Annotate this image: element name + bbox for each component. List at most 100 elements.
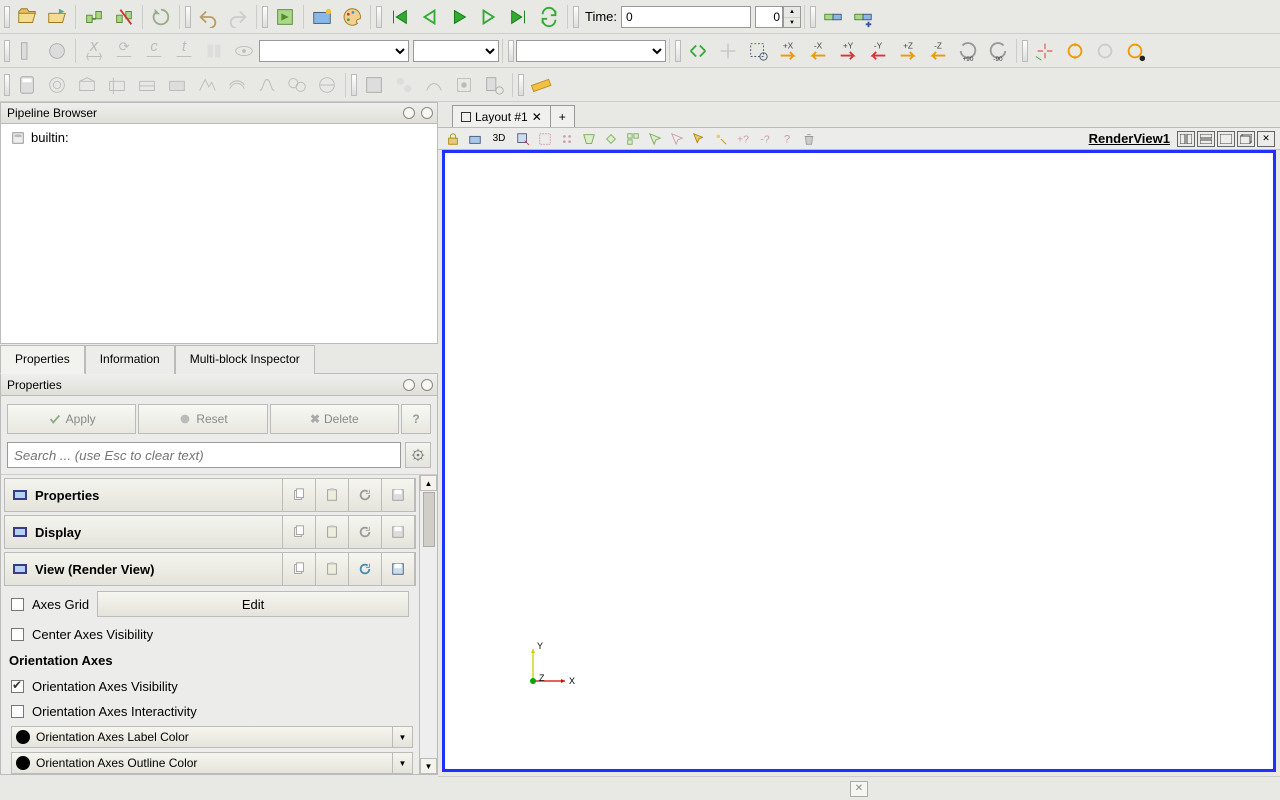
plot-selection-icon[interactable] bbox=[390, 71, 418, 99]
clear-center-icon[interactable] bbox=[1121, 37, 1149, 65]
palette-icon[interactable] bbox=[338, 3, 366, 31]
show-center-icon[interactable] bbox=[1091, 37, 1119, 65]
close-panel-icon[interactable] bbox=[421, 379, 433, 391]
open-icon[interactable] bbox=[13, 3, 41, 31]
toolbar-handle[interactable] bbox=[573, 6, 579, 28]
copy-icon[interactable] bbox=[282, 478, 316, 512]
hover-cells-icon[interactable] bbox=[690, 130, 708, 148]
add-layout-tab[interactable]: + bbox=[551, 105, 575, 127]
pipeline-browser-body[interactable]: builtin: bbox=[0, 124, 438, 344]
select-poly-icon[interactable] bbox=[602, 130, 620, 148]
clear-sel-icon[interactable]: ? bbox=[778, 130, 796, 148]
shrink-sel-icon[interactable]: -? bbox=[756, 130, 774, 148]
toolbar-handle[interactable] bbox=[1022, 40, 1028, 62]
zoom-box-icon[interactable] bbox=[744, 37, 772, 65]
stream-icon[interactable] bbox=[223, 71, 251, 99]
section-display[interactable]: Display bbox=[4, 515, 416, 549]
render-view[interactable]: X Y Z bbox=[442, 150, 1276, 772]
apply-button[interactable]: Apply bbox=[7, 404, 136, 434]
section-properties[interactable]: Properties bbox=[4, 478, 416, 512]
disconnect-icon[interactable] bbox=[110, 3, 138, 31]
toolbar-handle[interactable] bbox=[508, 40, 514, 62]
oa-outline-color-button[interactable]: Orientation Axes Outline Color bbox=[11, 752, 393, 774]
colorbar-icon[interactable] bbox=[13, 37, 41, 65]
select-pt-icon[interactable] bbox=[558, 130, 576, 148]
properties-scrollbar[interactable]: ▲ ▼ bbox=[419, 475, 437, 774]
collapse-icon[interactable] bbox=[13, 527, 27, 537]
open-remote-icon[interactable] bbox=[43, 3, 71, 31]
interactive-select-cells-icon[interactable] bbox=[646, 130, 664, 148]
paste-icon[interactable] bbox=[315, 478, 349, 512]
screenshot-icon[interactable] bbox=[308, 3, 336, 31]
properties-search-input[interactable] bbox=[7, 442, 401, 468]
first-frame-icon[interactable] bbox=[385, 3, 413, 31]
trash-icon[interactable] bbox=[800, 130, 818, 148]
colormap-editor-icon[interactable] bbox=[43, 37, 71, 65]
close-view-icon[interactable]: ✕ bbox=[1257, 131, 1275, 147]
rotate-cw-icon[interactable]: +90 bbox=[954, 37, 982, 65]
calculator-icon[interactable] bbox=[13, 71, 41, 99]
select-block-icon[interactable] bbox=[624, 130, 642, 148]
restore-icon[interactable] bbox=[348, 478, 382, 512]
copy-icon[interactable] bbox=[282, 552, 316, 586]
save-defaults-icon[interactable] bbox=[381, 478, 415, 512]
step-back-icon[interactable] bbox=[415, 3, 443, 31]
minus-z-icon[interactable]: -Z bbox=[924, 37, 952, 65]
slice-icon[interactable] bbox=[103, 71, 131, 99]
undo-icon[interactable] bbox=[194, 3, 222, 31]
save-defaults-icon[interactable] bbox=[381, 552, 415, 586]
toolbar-handle[interactable] bbox=[4, 40, 10, 62]
histogram-sel-icon[interactable] bbox=[420, 71, 448, 99]
color-component-select[interactable] bbox=[413, 40, 499, 62]
toolbar-handle[interactable] bbox=[675, 40, 681, 62]
advanced-toggle-icon[interactable] bbox=[405, 442, 431, 468]
select-points-icon[interactable] bbox=[514, 130, 532, 148]
restore-icon[interactable] bbox=[1237, 131, 1255, 147]
warp-icon[interactable] bbox=[253, 71, 281, 99]
query-icon[interactable] bbox=[450, 71, 478, 99]
paste-icon[interactable] bbox=[315, 515, 349, 549]
interactive-select-points-icon[interactable] bbox=[668, 130, 686, 148]
select-cell-icon[interactable] bbox=[536, 130, 554, 148]
oa-visibility-checkbox[interactable] bbox=[11, 680, 24, 693]
reset-center-icon[interactable] bbox=[1061, 37, 1089, 65]
camera-icon[interactable] bbox=[466, 130, 484, 148]
maximize-icon[interactable] bbox=[1217, 131, 1235, 147]
time-value-input[interactable] bbox=[621, 6, 751, 28]
contour-icon[interactable] bbox=[43, 71, 71, 99]
oa-interactivity-checkbox[interactable] bbox=[11, 705, 24, 718]
zoom-to-data-icon[interactable] bbox=[714, 37, 742, 65]
restore-icon[interactable] bbox=[348, 552, 382, 586]
dropdown-icon[interactable]: ▼ bbox=[393, 726, 413, 748]
plus-x-icon[interactable]: +X bbox=[774, 37, 802, 65]
layout-tab[interactable]: Layout #1 ✕ bbox=[452, 105, 551, 127]
level-icon[interactable] bbox=[313, 71, 341, 99]
loop-icon[interactable] bbox=[535, 3, 563, 31]
hover-points-icon[interactable] bbox=[712, 130, 730, 148]
representation-select[interactable] bbox=[516, 40, 666, 62]
oa-label-color-button[interactable]: Orientation Axes Label Color bbox=[11, 726, 393, 748]
threshold-icon[interactable] bbox=[133, 71, 161, 99]
last-frame-icon[interactable] bbox=[505, 3, 533, 31]
dropdown-icon[interactable]: ▼ bbox=[393, 752, 413, 774]
color-array-select[interactable] bbox=[259, 40, 409, 62]
render-view-name[interactable]: RenderView1 bbox=[1089, 131, 1170, 146]
connect-icon[interactable] bbox=[80, 3, 108, 31]
rotate-ccw-icon[interactable]: -90 bbox=[984, 37, 1012, 65]
separate-colormap-icon[interactable] bbox=[200, 37, 228, 65]
rescale-temporal-icon[interactable]: t bbox=[170, 37, 198, 65]
plus-z-icon[interactable]: +Z bbox=[894, 37, 922, 65]
rescale-range-icon[interactable]: x bbox=[80, 37, 108, 65]
reload-icon[interactable] bbox=[147, 3, 175, 31]
toolbar-handle[interactable] bbox=[351, 74, 357, 96]
extract-selection-icon[interactable] bbox=[360, 71, 388, 99]
find-data-icon[interactable] bbox=[480, 71, 508, 99]
tab-information[interactable]: Information bbox=[85, 345, 175, 374]
glyph-icon[interactable] bbox=[193, 71, 221, 99]
rescale-custom-icon[interactable]: ⟳ bbox=[110, 37, 138, 65]
reset-button[interactable]: Reset bbox=[138, 404, 267, 434]
delete-button[interactable]: ✖Delete bbox=[270, 404, 399, 434]
axes-grid-checkbox[interactable] bbox=[11, 598, 24, 611]
builtin-node[interactable]: builtin: bbox=[31, 130, 69, 145]
restore-icon[interactable] bbox=[348, 515, 382, 549]
